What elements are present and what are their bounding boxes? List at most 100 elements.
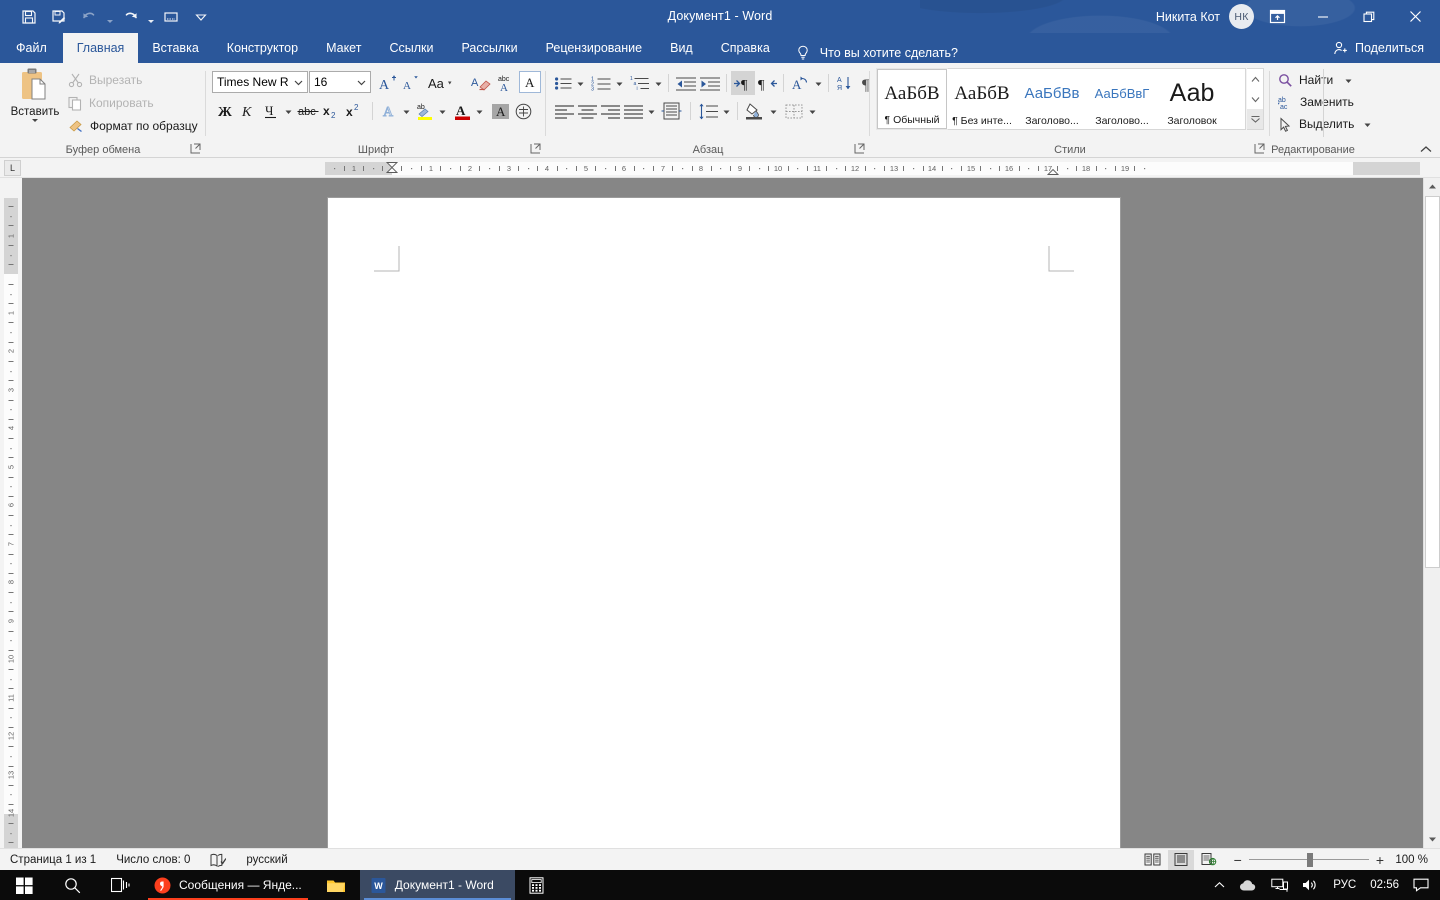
tell-me-search[interactable]: Что вы хотите сделать? (794, 43, 958, 63)
avatar[interactable]: НК (1229, 4, 1254, 29)
word-count-status[interactable]: Число слов: 0 (106, 849, 200, 871)
find-dropdown-icon[interactable] (1344, 76, 1353, 85)
bullets-button[interactable] (552, 71, 574, 95)
subscript-button[interactable]: x2 (320, 99, 342, 123)
vertical-scrollbar[interactable] (1423, 178, 1440, 848)
ltr-text-direction-button[interactable]: ¶ (731, 71, 755, 95)
character-border-button[interactable]: A (519, 71, 541, 93)
tab-mailings[interactable]: Рассылки (447, 33, 531, 63)
underline-dropdown-icon[interactable] (282, 99, 294, 123)
tab-home[interactable]: Главная (62, 33, 139, 63)
style-item-title[interactable]: Ааb Заголовок (1157, 69, 1227, 129)
font-dialog-launcher-icon[interactable] (529, 142, 542, 155)
style-item-heading-1[interactable]: АаБбВв Заголово... (1017, 69, 1087, 129)
web-layout-button[interactable] (1196, 850, 1222, 870)
undo-icon[interactable] (74, 4, 104, 30)
rtl-text-direction-button[interactable]: ¶ (755, 71, 779, 95)
minimize-icon[interactable] (1300, 0, 1346, 33)
search-icon[interactable] (48, 870, 96, 900)
asian-layout-button[interactable]: A (788, 71, 812, 95)
clear-formatting-button[interactable]: A (469, 71, 493, 95)
font-size-chevron-down-icon[interactable] (353, 72, 370, 92)
borders-button[interactable] (782, 99, 806, 123)
find-button[interactable]: Найти (1274, 69, 1357, 91)
undo-dropdown-icon[interactable] (104, 4, 115, 30)
tray-overflow-chevron-up-icon[interactable] (1207, 870, 1232, 900)
clock[interactable]: 02:56 (1363, 870, 1406, 900)
horizontal-ruler[interactable]: 1 123 456 789 10 11 12 13 14 15 16 17 18 19 (325, 161, 1420, 176)
font-size-input[interactable]: 16 (309, 71, 371, 93)
character-shading-button[interactable]: A (489, 99, 511, 123)
tab-help[interactable]: Справка (707, 33, 784, 63)
font-color-button[interactable]: A (451, 99, 473, 123)
text-highlight-dropdown-icon[interactable] (436, 99, 448, 123)
styles-more-icon[interactable] (1247, 109, 1263, 129)
tab-design[interactable]: Конструктор (213, 33, 312, 63)
text-highlight-button[interactable]: ab (414, 99, 436, 123)
align-left-button[interactable] (552, 99, 576, 123)
tab-file[interactable]: Файл (0, 33, 63, 63)
save-icon[interactable] (14, 4, 44, 30)
text-effects-button[interactable]: A (378, 99, 400, 123)
zoom-slider[interactable] (1248, 852, 1369, 868)
asian-layout-dropdown-icon[interactable] (812, 71, 824, 95)
borders-dropdown-icon[interactable] (806, 99, 818, 123)
line-spacing-button[interactable] (696, 99, 720, 123)
format-painter-button[interactable]: Формат по образцу (64, 115, 202, 137)
numbering-dropdown-icon[interactable] (613, 71, 625, 95)
phonetic-guide-button[interactable]: abc A (494, 71, 518, 95)
tab-references[interactable]: Ссылки (375, 33, 447, 63)
taskbar-item-file-explorer[interactable] (312, 870, 360, 900)
italic-button[interactable]: К (237, 99, 259, 123)
tab-insert[interactable]: Вставка (138, 33, 212, 63)
multilevel-list-dropdown-icon[interactable] (652, 71, 664, 95)
redo-dropdown-icon[interactable] (145, 4, 156, 30)
language-indicator[interactable]: РУС (1326, 870, 1363, 900)
cut-button[interactable]: Вырезать (64, 69, 146, 91)
sort-button[interactable]: АЯ (833, 71, 855, 95)
grow-font-button[interactable]: A (376, 71, 398, 95)
taskbar-item-yandex[interactable]: Сообщения — Янде... (144, 870, 312, 900)
paste-dropdown-icon[interactable] (32, 119, 38, 122)
justify-dropdown-icon[interactable] (645, 99, 657, 123)
align-right-button[interactable] (598, 99, 622, 123)
zoom-in-button[interactable]: + (1376, 852, 1384, 868)
redo-icon[interactable] (115, 4, 145, 30)
proofing-status[interactable] (200, 849, 236, 871)
print-layout-button[interactable] (1167, 849, 1194, 870)
copy-button[interactable]: Копировать (64, 92, 158, 114)
change-case-button[interactable]: Aa (426, 71, 460, 95)
styles-scroll-up-icon[interactable] (1247, 69, 1263, 89)
line-spacing-dropdown-icon[interactable] (720, 99, 732, 123)
shading-dropdown-icon[interactable] (767, 99, 779, 123)
font-color-dropdown-icon[interactable] (473, 99, 485, 123)
windows-start-icon[interactable] (0, 870, 48, 900)
superscript-button[interactable]: x2 (343, 99, 365, 123)
bullets-dropdown-icon[interactable] (574, 71, 586, 95)
onedrive-icon[interactable] (1232, 870, 1264, 900)
customize-qat-chevron-down-icon[interactable] (186, 4, 216, 30)
tab-view[interactable]: Вид (656, 33, 707, 63)
user-name[interactable]: Никита Кот (1156, 10, 1220, 24)
decrease-indent-button[interactable] (674, 71, 698, 95)
multilevel-list-button[interactable]: 1ai (628, 71, 652, 95)
taskbar-item-word[interactable]: W Документ1 - Word (359, 870, 515, 900)
underline-button[interactable]: Ч (260, 99, 282, 123)
align-center-button[interactable] (575, 99, 599, 123)
page-number-status[interactable]: Страница 1 из 1 (0, 849, 106, 871)
enclose-characters-button[interactable] (512, 99, 534, 123)
select-dropdown-icon[interactable] (1363, 120, 1372, 129)
tab-stop-selector[interactable]: L (4, 160, 21, 176)
styles-scroll-down-icon[interactable] (1247, 89, 1263, 109)
taskbar-item-calculator[interactable] (515, 870, 558, 900)
save-as-icon[interactable] (44, 4, 74, 30)
close-icon[interactable] (1392, 0, 1438, 33)
task-view-icon[interactable] (96, 870, 144, 900)
distributed-button[interactable] (659, 99, 683, 123)
increase-indent-button[interactable] (698, 71, 722, 95)
select-button[interactable]: Выделить (1274, 113, 1376, 135)
numbering-button[interactable]: 123 (589, 71, 613, 95)
strikethrough-button[interactable]: abc (296, 99, 320, 123)
bold-button[interactable]: Ж (214, 99, 236, 123)
share-button[interactable]: Поделиться (1323, 33, 1440, 63)
